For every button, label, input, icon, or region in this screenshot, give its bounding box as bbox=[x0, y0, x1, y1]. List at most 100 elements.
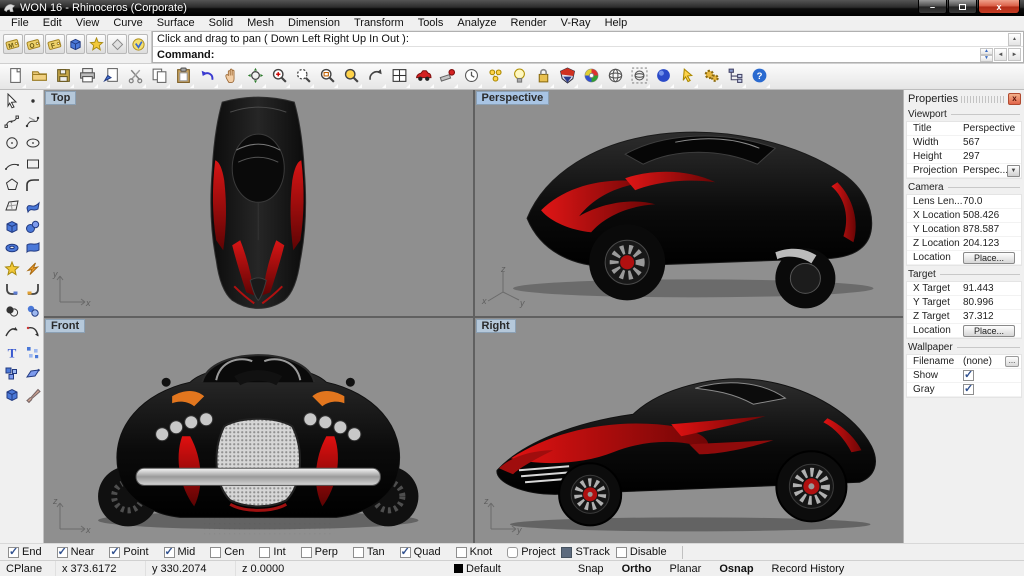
history-scroll-button[interactable]: ▲ bbox=[1008, 33, 1021, 46]
plane-tool[interactable] bbox=[22, 365, 43, 386]
prop-checkbox[interactable] bbox=[963, 370, 974, 381]
cut-button[interactable] bbox=[123, 65, 147, 89]
options-button[interactable] bbox=[699, 65, 723, 89]
minimize-button[interactable]: – bbox=[918, 0, 947, 14]
viewport-perspective[interactable]: Perspective bbox=[475, 90, 904, 316]
osnap-near-checkbox[interactable] bbox=[57, 547, 68, 558]
check-v-button[interactable] bbox=[128, 34, 148, 54]
spinner-down-icon[interactable]: ▼ bbox=[980, 55, 993, 62]
paste-button[interactable] bbox=[171, 65, 195, 89]
render-region-button[interactable] bbox=[627, 65, 651, 89]
osnap-disable[interactable]: Disable bbox=[616, 546, 667, 558]
prop-value[interactable]: 878.587 bbox=[963, 224, 1021, 235]
osnap-near[interactable]: Near bbox=[57, 546, 95, 558]
box-mode-button[interactable] bbox=[66, 34, 86, 54]
text-tool[interactable]: T bbox=[1, 344, 22, 365]
print-button[interactable] bbox=[75, 65, 99, 89]
torus-tool[interactable] bbox=[1, 239, 22, 260]
place-button[interactable]: Place... bbox=[963, 252, 1015, 264]
panel-drag-grip[interactable] bbox=[961, 96, 1005, 103]
menu-vray[interactable]: V-Ray bbox=[554, 17, 598, 29]
prop-value[interactable]: 37.312 bbox=[963, 311, 1021, 322]
render-mesh-tool[interactable] bbox=[22, 386, 43, 407]
status-pane-record-history[interactable]: Record History bbox=[763, 563, 854, 575]
snowflake-button[interactable] bbox=[86, 34, 106, 54]
spinner-up-icon[interactable]: ▲ bbox=[980, 48, 993, 55]
osnap-knot[interactable]: Knot bbox=[456, 546, 493, 558]
lights-button[interactable] bbox=[507, 65, 531, 89]
polygon-tool[interactable] bbox=[1, 176, 22, 197]
viewport-right[interactable]: Right bbox=[475, 318, 904, 544]
osnap-disable-checkbox[interactable] bbox=[616, 547, 627, 558]
dropdown-button[interactable]: ▼ bbox=[1007, 165, 1020, 177]
menu-file[interactable]: File bbox=[4, 17, 36, 29]
osnap-cen-checkbox[interactable] bbox=[210, 547, 221, 558]
prop-value[interactable]: 91.443 bbox=[963, 283, 1021, 294]
open-file-button[interactable] bbox=[27, 65, 51, 89]
rotate-view-button[interactable] bbox=[243, 65, 267, 89]
block-tool[interactable] bbox=[1, 365, 22, 386]
prop-checkbox[interactable] bbox=[963, 384, 974, 395]
pointer-mode-button[interactable] bbox=[675, 65, 699, 89]
osnap-tan[interactable]: Tan bbox=[353, 546, 385, 558]
panel-close-button[interactable]: x bbox=[1008, 93, 1021, 105]
control-curve-tool[interactable] bbox=[1, 113, 22, 134]
place-button[interactable]: Place... bbox=[963, 325, 1015, 337]
undo-button[interactable] bbox=[195, 65, 219, 89]
sweep-tool[interactable] bbox=[22, 239, 43, 260]
status-pane-snap[interactable]: Snap bbox=[569, 563, 613, 575]
help-button[interactable]: ? bbox=[747, 65, 771, 89]
explode-tool[interactable] bbox=[1, 260, 22, 281]
prop-value[interactable]: 297 bbox=[963, 151, 1021, 162]
osnap-end-checkbox[interactable] bbox=[8, 547, 19, 558]
status-pane-ortho[interactable]: Ortho bbox=[613, 563, 661, 575]
osnap-mid-checkbox[interactable] bbox=[164, 547, 175, 558]
prop-value[interactable]: Perspective bbox=[963, 123, 1021, 134]
box-tool[interactable] bbox=[1, 218, 22, 239]
measure-button[interactable] bbox=[435, 65, 459, 89]
command-spinner[interactable]: ▲ ▼ bbox=[980, 48, 993, 61]
cplane-pane[interactable]: CPlane bbox=[0, 561, 56, 576]
undo-view-button[interactable] bbox=[363, 65, 387, 89]
command-prev-button[interactable]: ◄ bbox=[994, 48, 1007, 61]
osnap-strack-checkbox[interactable] bbox=[561, 547, 572, 558]
menu-analyze[interactable]: Analyze bbox=[450, 17, 503, 29]
osnap-point[interactable]: Point bbox=[109, 546, 148, 558]
command-input[interactable] bbox=[214, 48, 979, 61]
prop-value[interactable]: 567 bbox=[963, 137, 1021, 148]
freeform-tool[interactable] bbox=[22, 176, 43, 197]
fillet-tool[interactable] bbox=[1, 281, 22, 302]
prop-value[interactable]: (none) bbox=[963, 356, 1005, 367]
browse-button[interactable]: ... bbox=[1005, 356, 1019, 367]
save-button[interactable] bbox=[51, 65, 75, 89]
osnap-int-checkbox[interactable] bbox=[259, 547, 270, 558]
osnap-cen[interactable]: Cen bbox=[210, 546, 244, 558]
prop-value[interactable]: 70.0 bbox=[963, 196, 1021, 207]
menu-edit[interactable]: Edit bbox=[36, 17, 69, 29]
trim-tool[interactable] bbox=[22, 260, 43, 281]
osnap-mid[interactable]: Mid bbox=[164, 546, 196, 558]
pan-button[interactable] bbox=[219, 65, 243, 89]
diamond-tag-button[interactable] bbox=[107, 34, 127, 54]
osnap-tan-checkbox[interactable] bbox=[353, 547, 364, 558]
zoom-window-button[interactable] bbox=[315, 65, 339, 89]
osnap-strack[interactable]: STrack bbox=[561, 546, 609, 558]
osnap-quad[interactable]: Quad bbox=[400, 546, 441, 558]
osnap-perp-checkbox[interactable] bbox=[301, 547, 312, 558]
hierarchy-button[interactable] bbox=[723, 65, 747, 89]
solid-box-tool[interactable] bbox=[1, 386, 22, 407]
status-pane-planar[interactable]: Planar bbox=[661, 563, 711, 575]
car-display-button[interactable] bbox=[411, 65, 435, 89]
ellipse-tool[interactable] bbox=[22, 134, 43, 155]
project-curve-tool[interactable] bbox=[1, 323, 22, 344]
viewport-layout-button[interactable] bbox=[387, 65, 411, 89]
boolean-diff-tool[interactable] bbox=[22, 302, 43, 323]
viewport-front[interactable]: Front bbox=[44, 318, 473, 544]
viewport-right-label[interactable]: Right bbox=[476, 319, 516, 333]
group-button[interactable] bbox=[483, 65, 507, 89]
circle-tool[interactable] bbox=[1, 134, 22, 155]
point-tool[interactable] bbox=[22, 92, 43, 113]
menu-tools[interactable]: Tools bbox=[411, 17, 451, 29]
zoom-in-button[interactable] bbox=[267, 65, 291, 89]
menu-help[interactable]: Help bbox=[598, 17, 635, 29]
